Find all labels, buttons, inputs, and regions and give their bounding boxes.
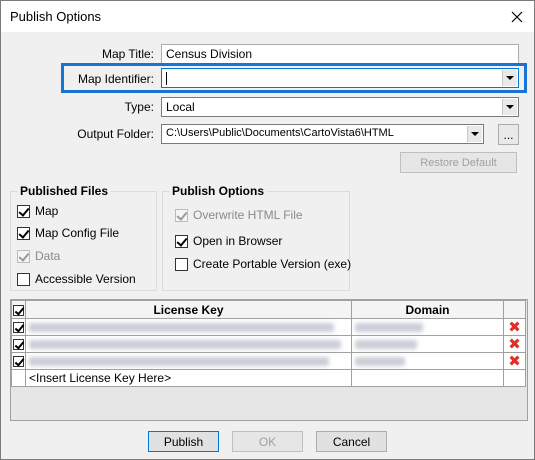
select-all-checkbox[interactable] — [13, 304, 24, 316]
redacted-license-key — [29, 323, 334, 333]
license-key-cell[interactable] — [25, 352, 352, 370]
open-in-browser-checkbox-row[interactable]: Open in Browser — [175, 234, 282, 248]
insert-license-key-cell[interactable]: <Insert License Key Here> — [25, 369, 352, 387]
close-button[interactable] — [500, 1, 534, 32]
row-checkbox-cell[interactable] — [11, 352, 26, 370]
domain-header[interactable]: Domain — [351, 300, 504, 319]
restore-default-button[interactable]: Restore Default — [400, 152, 517, 173]
cancel-button[interactable]: Cancel — [316, 431, 387, 452]
map-identifier-dropdown-button[interactable] — [502, 70, 517, 86]
insert-row[interactable]: <Insert License Key Here> — [11, 369, 526, 387]
overwrite-html-checkbox-row: Overwrite HTML File — [175, 208, 303, 222]
row-checkbox[interactable] — [13, 339, 24, 351]
data-checkbox — [17, 249, 30, 263]
domain-cell[interactable] — [351, 335, 504, 353]
license-header-row: License Key Domain — [11, 300, 526, 319]
delete-x-icon[interactable]: ✖ — [508, 354, 522, 369]
map-config-file-checkbox-row[interactable]: Map Config File — [17, 226, 119, 240]
license-key-cell[interactable] — [25, 335, 352, 353]
domain-cell[interactable] — [351, 352, 504, 370]
output-folder-label: Output Folder: — [77, 127, 154, 141]
delete-row-cell[interactable]: ✖ — [503, 335, 526, 353]
license-grid: License Key Domain ✖ ✖ ✖ <Insert License… — [10, 299, 528, 421]
redacted-domain — [355, 323, 423, 333]
publish-options-dialog: Publish Options Map Title: Census Divisi… — [0, 0, 535, 460]
type-dropdown-button[interactable] — [502, 99, 517, 115]
redacted-domain — [355, 340, 417, 350]
redacted-license-key — [29, 340, 341, 350]
license-key-cell[interactable] — [25, 318, 352, 336]
map-identifier-label: Map Identifier: — [77, 72, 154, 86]
open-in-browser-checkbox[interactable] — [175, 234, 188, 248]
delete-column-header — [503, 300, 526, 319]
title-bar: Publish Options — [1, 1, 534, 32]
insert-domain-cell[interactable] — [351, 369, 504, 387]
chevron-down-icon — [506, 76, 514, 80]
type-value: Local — [166, 100, 195, 114]
chevron-down-icon — [471, 132, 479, 136]
output-folder-dropdown-button[interactable] — [467, 126, 482, 142]
open-in-browser-label: Open in Browser — [193, 234, 283, 248]
output-folder-combo[interactable]: C:\Users\Public\Documents\CartoVista6\HT… — [161, 124, 484, 144]
select-all-cell[interactable] — [11, 300, 26, 319]
window-title: Publish Options — [10, 9, 102, 24]
license-table: License Key Domain ✖ ✖ ✖ <Insert License… — [11, 300, 526, 387]
data-checkbox-label: Data — [35, 249, 61, 263]
output-folder-value: C:\Users\Public\Documents\CartoVista6\HT… — [166, 127, 394, 139]
browse-folder-button[interactable]: ... — [498, 124, 519, 145]
table-row[interactable]: ✖ — [11, 352, 526, 370]
map-title-label: Map Title: — [101, 47, 154, 61]
redacted-domain — [355, 357, 405, 367]
accessible-version-label: Accessible Version — [35, 272, 136, 286]
type-combo[interactable]: Local — [161, 97, 519, 117]
delete-x-icon[interactable]: ✖ — [508, 320, 522, 335]
map-identifier-combo[interactable] — [161, 68, 519, 88]
insert-row-checkbox-cell — [11, 369, 26, 387]
row-checkbox-cell[interactable] — [11, 318, 26, 336]
accessible-version-checkbox-row[interactable]: Accessible Version — [17, 272, 136, 286]
row-checkbox[interactable] — [13, 322, 24, 334]
type-label: Type: — [124, 100, 154, 114]
table-row[interactable]: ✖ — [11, 335, 526, 353]
map-config-file-checkbox[interactable] — [17, 226, 30, 240]
portable-version-checkbox-row[interactable]: Create Portable Version (exe) — [175, 257, 351, 271]
map-config-file-label: Map Config File — [35, 226, 120, 240]
table-row[interactable]: ✖ — [11, 318, 526, 336]
map-checkbox-label: Map — [35, 204, 59, 218]
insert-delete-cell — [503, 369, 526, 387]
delete-x-icon[interactable]: ✖ — [508, 337, 522, 352]
publish-button[interactable]: Publish — [148, 431, 219, 452]
delete-row-cell[interactable]: ✖ — [503, 318, 526, 336]
license-key-header[interactable]: License Key — [25, 300, 352, 319]
map-checkbox[interactable] — [17, 204, 30, 218]
published-files-title: Published Files — [17, 184, 112, 198]
overwrite-html-checkbox — [175, 208, 188, 222]
map-title-input[interactable]: Census Division — [161, 44, 519, 64]
publish-options-title: Publish Options — [169, 184, 267, 198]
portable-version-checkbox[interactable] — [175, 257, 188, 271]
close-icon — [511, 11, 523, 22]
domain-cell[interactable] — [351, 318, 504, 336]
chevron-down-icon — [506, 105, 514, 109]
map-checkbox-row[interactable]: Map — [17, 204, 58, 218]
data-checkbox-row: Data — [17, 249, 60, 263]
text-cursor — [166, 72, 167, 85]
overwrite-html-label: Overwrite HTML File — [193, 208, 303, 222]
row-checkbox[interactable] — [13, 356, 24, 368]
accessible-version-checkbox[interactable] — [17, 272, 30, 286]
portable-version-label: Create Portable Version (exe) — [193, 257, 352, 271]
row-checkbox-cell[interactable] — [11, 335, 26, 353]
delete-row-cell[interactable]: ✖ — [503, 352, 526, 370]
ok-button[interactable]: OK — [232, 431, 303, 452]
redacted-license-key — [29, 357, 329, 367]
